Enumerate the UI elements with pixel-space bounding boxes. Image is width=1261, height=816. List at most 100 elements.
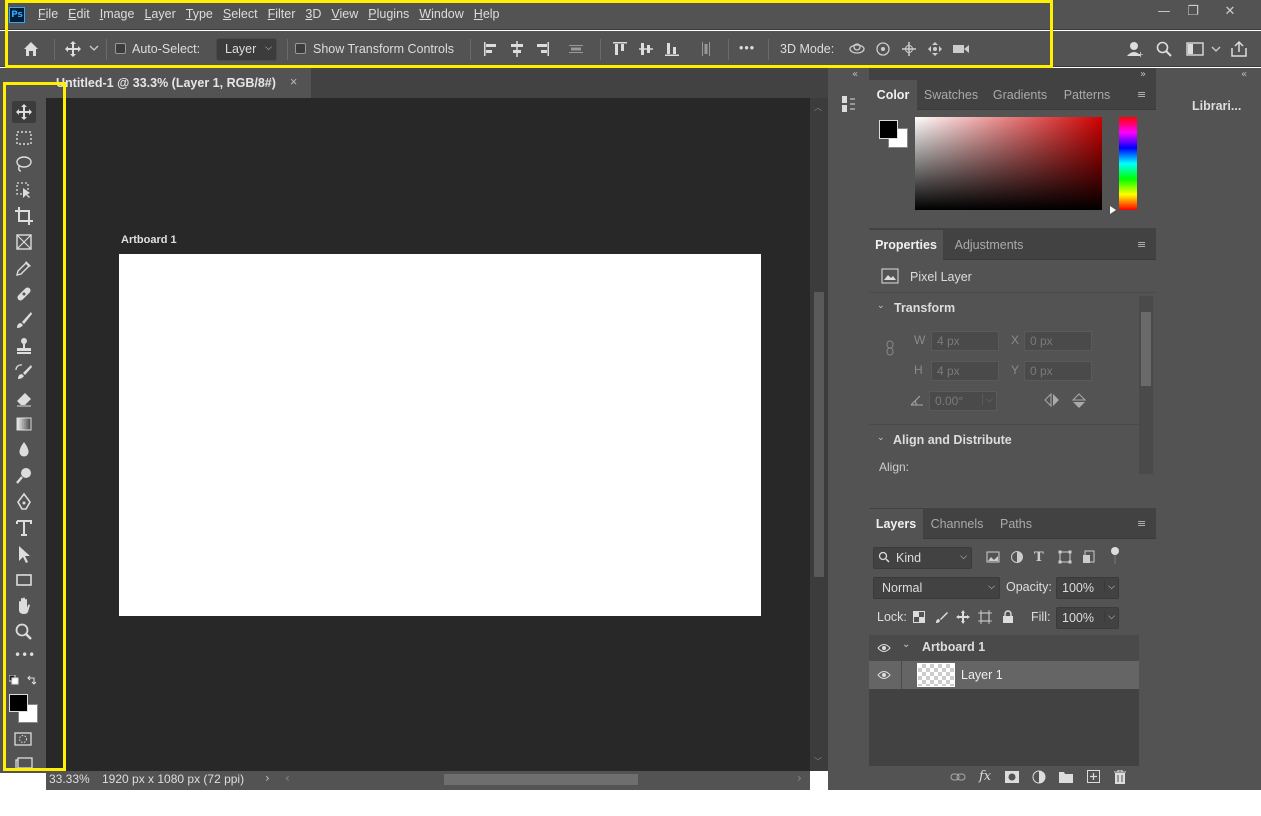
blend-mode-dropdown[interactable]: Normal ⌵ <box>873 577 1000 599</box>
blur-tool-icon[interactable] <box>14 440 34 460</box>
lock-transparent-pixels-icon[interactable] <box>913 611 925 623</box>
clone-stamp-tool-icon[interactable] <box>14 336 34 356</box>
artboard-expand-chevron-icon[interactable]: ⌄ <box>902 639 910 650</box>
scroll-left-icon[interactable]: ‹ <box>285 771 290 785</box>
status-menu-arrow-icon[interactable]: › <box>265 771 270 785</box>
filter-type-icon[interactable]: T <box>1034 550 1044 565</box>
tab-swatches[interactable]: Swatches <box>919 80 983 110</box>
dodge-tool-icon[interactable] <box>14 466 34 486</box>
width-field[interactable]: 4 px <box>931 331 999 351</box>
color-panel-menu-icon[interactable]: ≡ <box>1137 88 1146 101</box>
marquee-tool-icon[interactable] <box>14 128 34 148</box>
transform-section-title[interactable]: Transform <box>894 301 955 315</box>
history-brush-tool-icon[interactable] <box>14 362 34 382</box>
fill-field[interactable]: 100% ⌵ <box>1056 607 1119 629</box>
menu-filter[interactable]: Filter <box>263 7 301 21</box>
brush-tool-icon[interactable] <box>14 310 34 330</box>
scroll-up-icon[interactable]: ︿ <box>814 102 822 113</box>
align-section-title[interactable]: Align and Distribute <box>893 433 1012 447</box>
align-top-icon[interactable] <box>612 40 628 58</box>
filter-kind-dropdown[interactable]: Kind ⌵ <box>873 547 972 569</box>
scroll-down-icon[interactable]: ﹀ <box>814 756 822 767</box>
object-selection-tool-icon[interactable] <box>14 180 34 200</box>
link-layers-icon[interactable] <box>950 771 966 783</box>
tab-properties[interactable]: Properties <box>869 230 943 260</box>
align-left-icon[interactable] <box>483 40 499 58</box>
horizontal-scroll-thumb[interactable] <box>444 774 638 785</box>
tab-layers[interactable]: Layers <box>869 509 923 539</box>
libraries-tab[interactable]: Librari... <box>1192 99 1241 113</box>
artboard-canvas[interactable] <box>119 254 761 616</box>
properties-panel-menu-icon[interactable]: ≡ <box>1137 238 1146 251</box>
menu-layer[interactable]: Layer <box>139 7 180 21</box>
angle-field[interactable]: 0.00° ⌵ <box>929 391 997 411</box>
restore-button[interactable]: ❐ <box>1179 4 1207 22</box>
menu-type[interactable]: Type <box>181 7 218 21</box>
flip-vertical-icon[interactable] <box>1071 392 1087 410</box>
menu-image[interactable]: Image <box>95 7 140 21</box>
align-bottom-icon[interactable] <box>664 40 680 58</box>
hue-slider[interactable] <box>1119 117 1137 210</box>
share-icon[interactable] <box>1230 40 1248 58</box>
align-chevron-icon[interactable]: ⌄ <box>877 433 885 443</box>
lasso-tool-icon[interactable] <box>14 154 34 174</box>
close-window-button[interactable]: ✕ <box>1216 4 1244 22</box>
y-field[interactable]: 0 px <box>1024 361 1092 381</box>
orbit-3d-icon[interactable] <box>848 41 866 57</box>
vertical-scroll-thumb[interactable] <box>814 292 824 577</box>
scroll-right-icon[interactable]: › <box>797 771 802 785</box>
tab-gradients[interactable]: Gradients <box>987 80 1053 110</box>
workspace-chevron-icon[interactable] <box>1211 45 1221 53</box>
new-group-icon[interactable] <box>1059 771 1073 783</box>
zoom-tool-icon[interactable] <box>14 622 34 642</box>
account-icon[interactable]: + <box>1126 40 1144 58</box>
chevron-down-icon[interactable] <box>89 44 99 52</box>
properties-scrollbar[interactable] <box>1139 296 1153 474</box>
expand-panels-icon[interactable]: « <box>852 69 858 80</box>
tab-adjustments[interactable]: Adjustments <box>947 230 1031 260</box>
tab-channels[interactable]: Channels <box>925 509 989 539</box>
eyedropper-tool-icon[interactable] <box>14 258 34 278</box>
frame-tool-icon[interactable] <box>14 232 34 252</box>
distribute-horizontal-icon[interactable] <box>698 40 714 58</box>
video-camera-icon[interactable] <box>952 42 970 56</box>
pan-3d-icon[interactable] <box>901 41 917 57</box>
align-center-icon[interactable] <box>509 40 525 58</box>
more-options-button[interactable]: ••• <box>739 41 755 55</box>
transform-chevron-icon[interactable]: ⌄ <box>877 301 885 311</box>
menu-select[interactable]: Select <box>218 7 263 21</box>
tab-patterns[interactable]: Patterns <box>1056 80 1118 110</box>
color-panel-fg-swatch[interactable] <box>879 120 898 139</box>
opacity-field[interactable]: 100% ⌵ <box>1056 577 1119 599</box>
menu-3d[interactable]: 3D <box>300 7 326 21</box>
pen-tool-icon[interactable] <box>14 492 34 512</box>
vertical-scrollbar[interactable]: ︿ ﹀ <box>810 98 828 771</box>
new-layer-icon[interactable] <box>1087 770 1100 783</box>
layer-row-layer1[interactable]: Layer 1 <box>869 661 1139 689</box>
color-field[interactable] <box>915 117 1102 210</box>
lock-artboard-icon[interactable] <box>978 610 992 624</box>
lock-all-icon[interactable] <box>1002 610 1014 624</box>
move-tool[interactable] <box>12 101 36 123</box>
move-tool-icon[interactable] <box>64 40 82 58</box>
canvas-area[interactable]: Artboard 1 <box>46 98 810 771</box>
hand-tool-icon[interactable] <box>14 596 34 616</box>
panels-collapse-icon[interactable]: » <box>1140 69 1146 80</box>
layer-thumbnail[interactable] <box>917 663 955 687</box>
workspace-icon[interactable] <box>1186 42 1204 56</box>
tab-color[interactable]: Color <box>869 80 917 110</box>
rectangle-tool-icon[interactable] <box>14 570 34 590</box>
delete-layer-icon[interactable] <box>1114 770 1126 784</box>
menu-help[interactable]: Help <box>469 7 505 21</box>
flip-horizontal-icon[interactable] <box>1043 392 1061 408</box>
properties-scroll-thumb[interactable] <box>1141 312 1151 386</box>
zoom-level[interactable]: 33.33% <box>49 772 90 786</box>
minimize-button[interactable]: — <box>1150 4 1178 22</box>
slide-3d-icon[interactable] <box>927 41 943 57</box>
roll-3d-icon[interactable] <box>875 41 891 57</box>
libraries-collapse-icon[interactable]: « <box>1241 69 1247 80</box>
artboard-label[interactable]: Artboard 1 <box>121 234 177 246</box>
search-icon[interactable] <box>1156 41 1172 57</box>
crop-tool-icon[interactable] <box>14 206 34 226</box>
menu-view[interactable]: View <box>326 7 363 21</box>
